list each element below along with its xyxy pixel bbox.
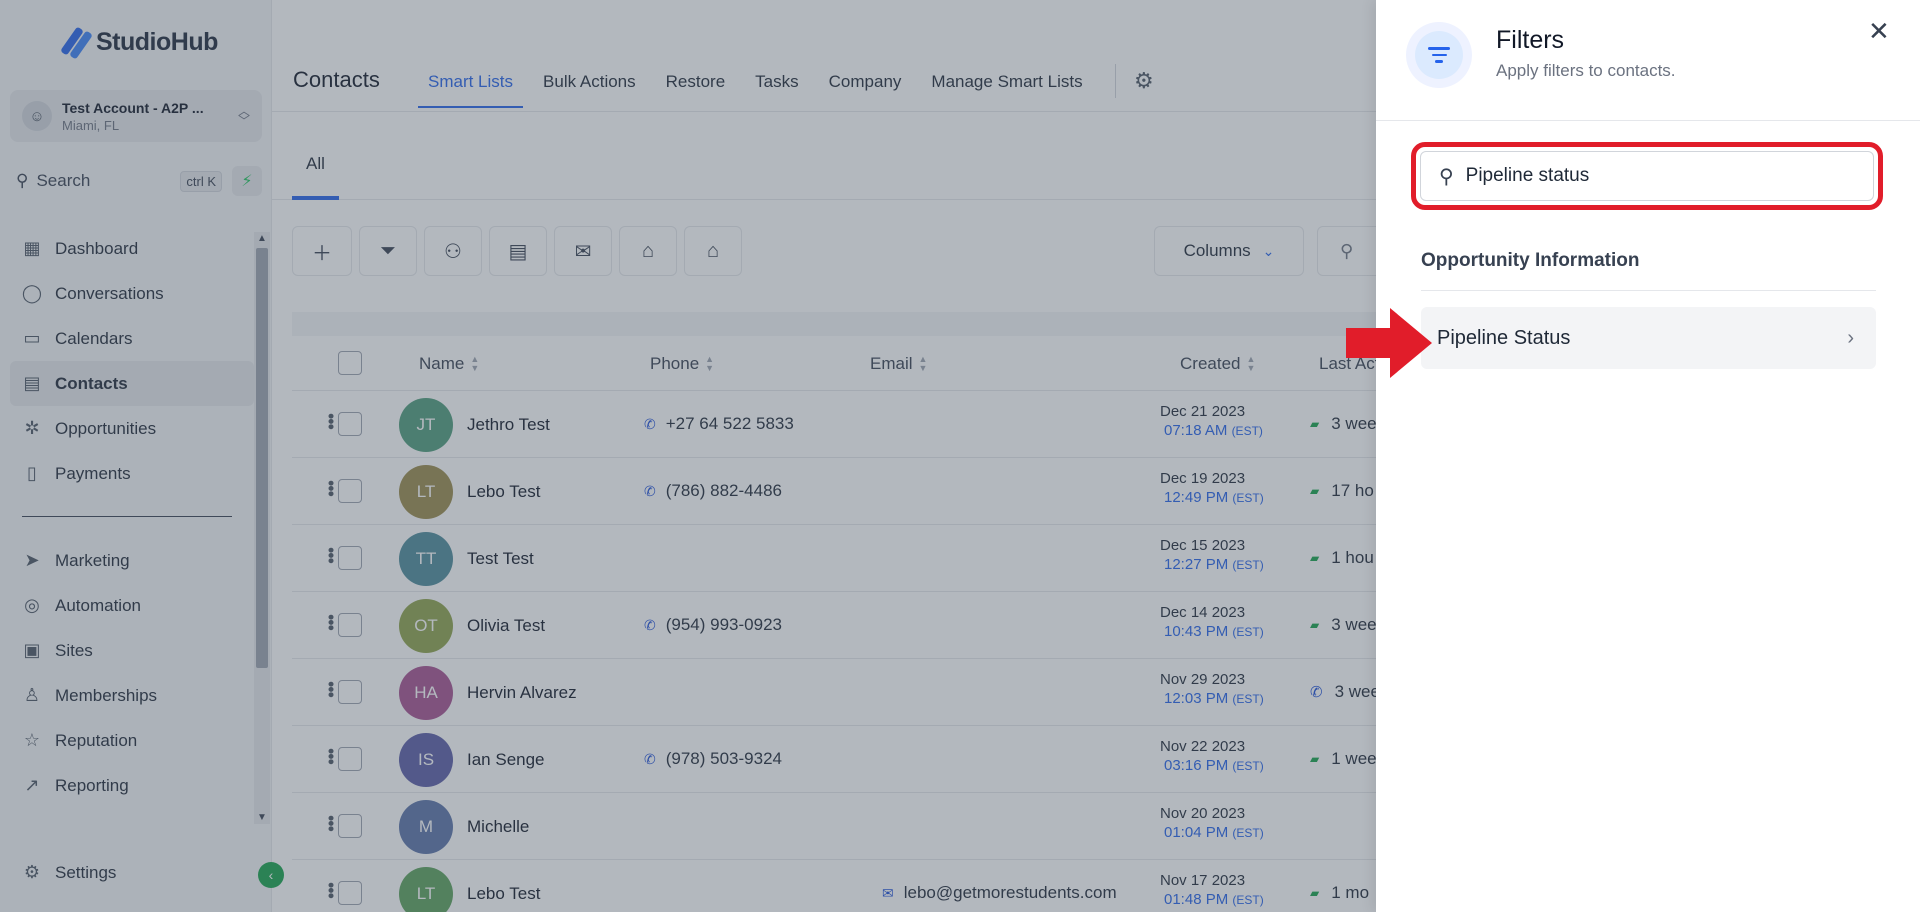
filter-lines-icon — [1406, 22, 1472, 88]
modal-overlay[interactable] — [0, 0, 1376, 912]
filters-drawer: Filters Apply filters to contacts. ✕ ⚲ O… — [1376, 0, 1920, 912]
drawer-subtitle: Apply filters to contacts. — [1496, 61, 1676, 80]
close-icon[interactable]: ✕ — [1868, 16, 1890, 47]
filter-option-pipeline-status[interactable]: Pipeline Status › — [1421, 307, 1876, 369]
drawer-title: Filters — [1496, 26, 1565, 54]
search-icon: ⚲ — [1439, 165, 1454, 188]
annotation-arrow-icon — [1346, 308, 1432, 378]
filter-search-field[interactable]: ⚲ — [1420, 151, 1874, 201]
chevron-right-icon: › — [1847, 326, 1854, 349]
section-title: Opportunity Information — [1421, 250, 1640, 271]
section-divider — [1421, 290, 1876, 291]
filter-option-label: Pipeline Status — [1437, 326, 1571, 349]
filter-search-input[interactable] — [1465, 165, 1846, 187]
drawer-header: Filters Apply filters to contacts. ✕ — [1376, 0, 1920, 121]
